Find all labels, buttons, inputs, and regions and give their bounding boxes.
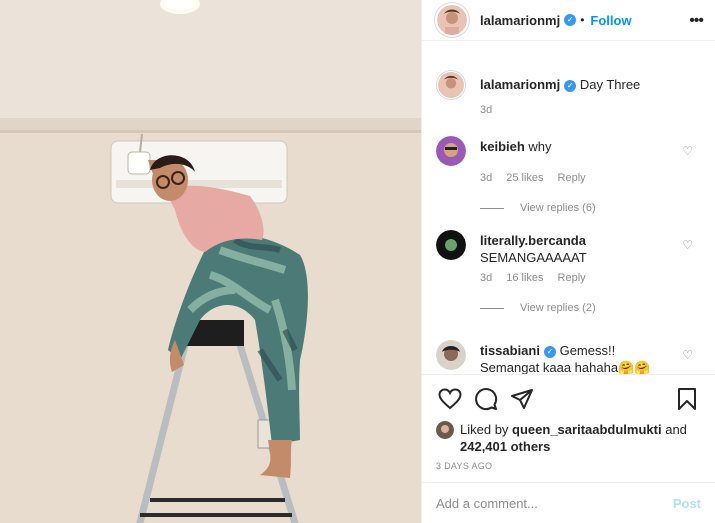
comment-text: SEMANGAAAAAT <box>480 250 587 265</box>
post-header: lalamarionmj ✓ • Follow ••• <box>422 0 715 41</box>
view-replies-label: View replies (6) <box>520 202 596 214</box>
comment-username[interactable]: literally.bercanda <box>480 233 586 248</box>
comment-avatar-image <box>436 230 466 260</box>
caption-username[interactable]: lalamarionmj <box>480 77 560 92</box>
liked-by-username[interactable]: queen_saritaabdulmukti <box>512 422 662 437</box>
comment-username[interactable]: keibieh <box>480 139 525 154</box>
caption-time[interactable]: 3d <box>480 104 492 116</box>
likes-count[interactable]: 242,401 others <box>460 439 550 454</box>
post-image <box>0 0 421 523</box>
comment-item: tissabiani ✓ Gemess!! Semangat kaaa hahah… <box>436 340 701 374</box>
reply-button[interactable]: Reply <box>558 272 586 284</box>
view-replies-button[interactable]: View replies (6) <box>480 202 701 214</box>
comment-item: keibieh why 3d 25 likes Reply View repli… <box>436 136 701 214</box>
comment-bubble-icon[interactable] <box>472 385 500 413</box>
comment-avatar-image <box>436 136 466 166</box>
caption-text: Day Three <box>579 77 641 92</box>
view-replies-button[interactable]: View replies (2) <box>480 302 701 314</box>
verified-badge-icon: ✓ <box>543 345 556 358</box>
header-separator: • <box>580 13 585 27</box>
comment-item: literally.bercanda SEMANGAAAAAT 3d 16 li… <box>436 230 701 314</box>
liker-avatar[interactable] <box>436 421 454 439</box>
comment-likes[interactable]: 25 likes <box>506 172 543 184</box>
divider-line <box>480 307 504 309</box>
comment-text-second-line: Semangat kaaa hahaha <box>480 360 619 374</box>
post-date[interactable]: 3 DAYS AGO <box>436 461 701 471</box>
liked-by: Liked by queen_saritaabdulmukti and 242,… <box>436 421 701 455</box>
post-actions: Liked by queen_saritaabdulmukti and 242,… <box>422 374 715 471</box>
author-avatar-image <box>437 5 467 35</box>
verified-badge-icon: ✓ <box>564 79 577 92</box>
author-username[interactable]: lalamarionmj <box>480 13 560 28</box>
comment-time[interactable]: 3d <box>480 172 492 184</box>
comment-like-heart-icon[interactable]: ♡ <box>682 144 693 158</box>
caption: lalamarionmj ✓ Day Three 3d <box>436 70 701 116</box>
liked-by-prefix: Liked by <box>460 422 509 437</box>
comment-avatar[interactable] <box>436 230 466 260</box>
reply-button[interactable]: Reply <box>558 172 586 184</box>
liked-by-and: and <box>665 422 687 437</box>
bookmark-icon[interactable] <box>673 385 701 413</box>
comments-list[interactable]: lalamarionmj ✓ Day Three 3d keibieh why … <box>422 54 715 374</box>
post-button[interactable]: Post <box>673 496 701 511</box>
comment-avatar[interactable] <box>436 136 466 166</box>
comment-likes[interactable]: 16 likes <box>506 272 543 284</box>
post-photo[interactable] <box>0 0 421 523</box>
liker-avatar-image <box>436 421 454 439</box>
comment-avatar-image <box>436 340 466 370</box>
hugging-emoji-icon: 🤗🤗 <box>618 360 651 374</box>
comment-like-heart-icon[interactable]: ♡ <box>682 238 693 252</box>
author-avatar[interactable] <box>434 2 470 38</box>
like-heart-icon[interactable] <box>436 385 464 413</box>
more-options-icon[interactable]: ••• <box>689 12 704 30</box>
comment-time[interactable]: 3d <box>480 272 492 284</box>
comment-avatar[interactable] <box>436 340 466 370</box>
verified-badge-icon: ✓ <box>564 14 577 26</box>
follow-button[interactable]: Follow <box>590 13 631 28</box>
divider-line <box>480 207 504 209</box>
add-comment-bar: Post <box>422 482 715 523</box>
caption-avatar[interactable] <box>436 70 466 100</box>
view-replies-label: View replies (2) <box>520 302 596 314</box>
comment-like-heart-icon[interactable]: ♡ <box>682 348 693 362</box>
caption-avatar-image <box>438 72 464 98</box>
comment-text: why <box>528 139 552 154</box>
comment-input[interactable] <box>436 495 673 511</box>
comment-text: Gemess!! <box>559 343 616 358</box>
post-side-panel: lalamarionmj ✓ • Follow ••• lalamarionmj… <box>421 0 715 523</box>
share-paper-plane-icon[interactable] <box>508 385 536 413</box>
comment-username[interactable]: tissabiani <box>480 343 540 358</box>
